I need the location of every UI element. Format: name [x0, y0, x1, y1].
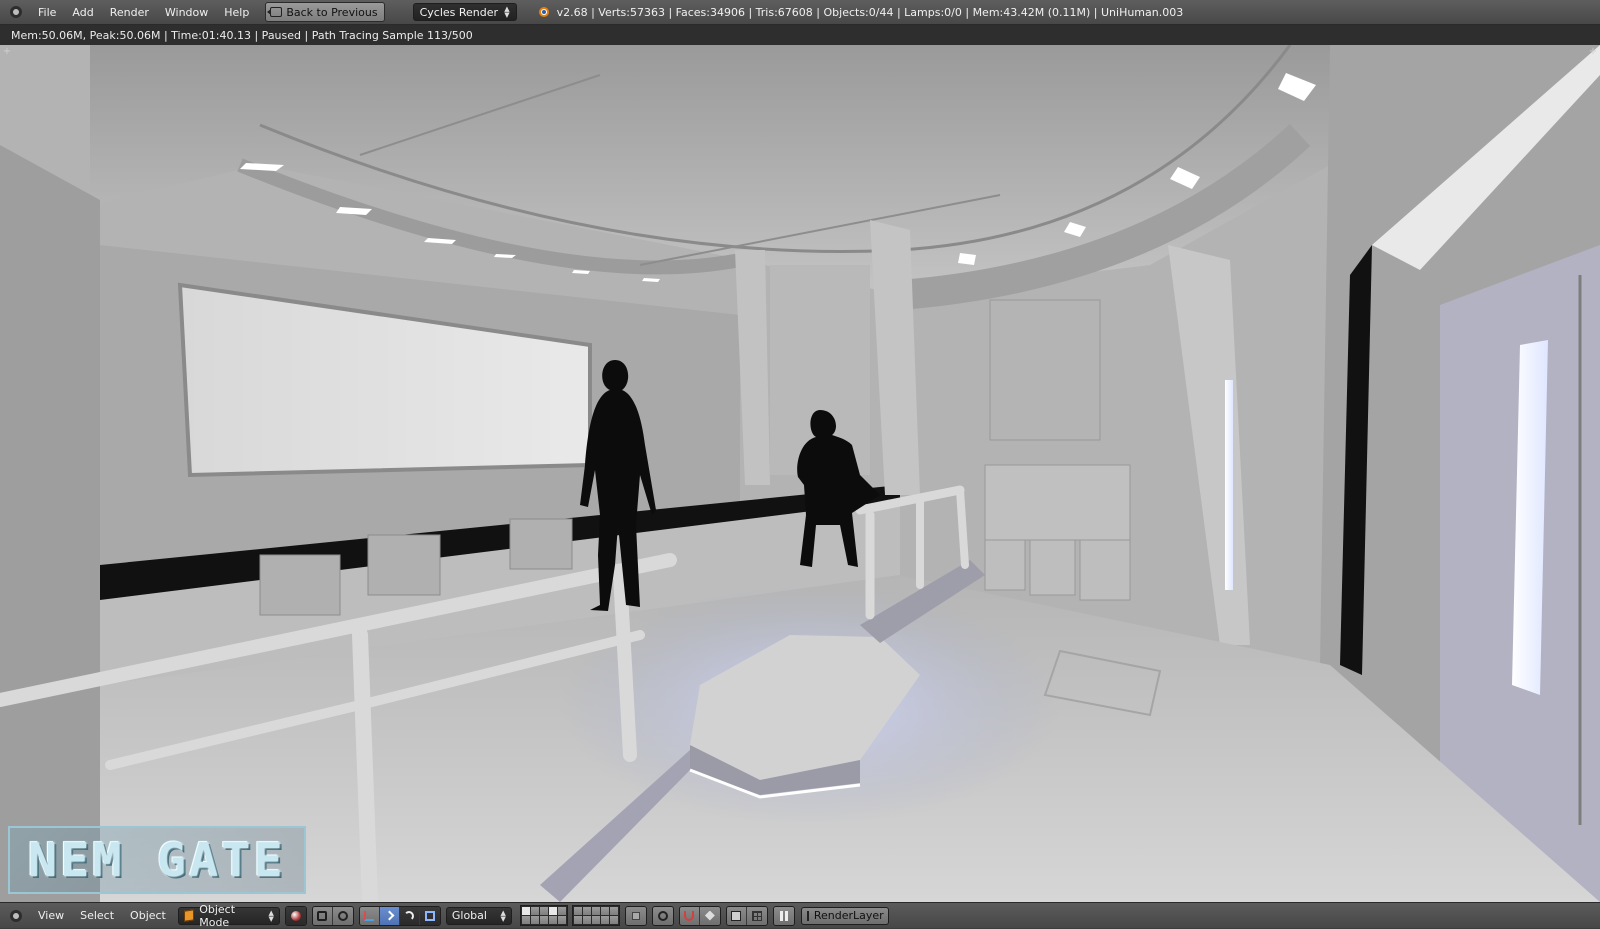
render-status-bar: Mem:50.06M, Peak:50.06M | Time:01:40.13 … — [0, 25, 1600, 45]
viewport-shading-button[interactable] — [285, 906, 306, 925]
snap-element-icon — [704, 910, 715, 921]
updown-arrows-icon: ▲ ▼ — [268, 908, 274, 923]
layer-lock-group — [624, 905, 647, 926]
film-icon — [751, 910, 762, 921]
limit-selection-button[interactable] — [332, 906, 353, 925]
info-header: File Add Render Window Help Back to Prev… — [0, 0, 1600, 25]
render-engine-label: Cycles Render — [419, 5, 499, 19]
area-split-corner-icon[interactable]: + — [1588, 47, 1598, 57]
rotate-arc-icon — [404, 910, 415, 921]
interaction-mode-label: Object Mode — [199, 902, 236, 929]
axes-icon — [364, 910, 375, 921]
proportional-edit-button[interactable] — [652, 906, 673, 925]
scale-icon — [424, 910, 435, 921]
layer-block-1[interactable] — [519, 905, 568, 926]
back-to-previous-label: Back to Previous — [286, 5, 378, 19]
menu-render[interactable]: Render — [102, 6, 157, 19]
area-split-corner-icon[interactable]: + — [2, 47, 12, 57]
menu-window[interactable]: Window — [157, 6, 216, 19]
scene-layers — [519, 905, 620, 926]
pause-render-button[interactable] — [773, 906, 794, 925]
limit-selection-icon — [337, 910, 348, 921]
interaction-mode-select[interactable]: Object Mode ▲ ▼ — [177, 903, 280, 929]
menu-view[interactable]: View — [30, 909, 72, 922]
snap-group — [678, 905, 721, 926]
translate-manipulator[interactable] — [379, 906, 400, 925]
manipulator-toggle[interactable] — [359, 906, 380, 925]
editor-type-icon[interactable] — [10, 6, 22, 18]
camera-icon — [731, 910, 742, 921]
pivot-icon — [317, 910, 328, 921]
menu-help[interactable]: Help — [216, 6, 257, 19]
pause-group — [772, 905, 795, 926]
pivot-group — [311, 905, 354, 926]
rotate-manipulator[interactable] — [399, 906, 420, 925]
transform-orientation-select[interactable]: Global ▲ ▼ — [445, 906, 512, 925]
render-status-text: Mem:50.06M, Peak:50.06M | Time:01:40.13 … — [11, 28, 473, 42]
opengl-render-button[interactable] — [726, 906, 747, 925]
layer-lock-icon — [631, 911, 640, 920]
opengl-animation-button[interactable] — [746, 906, 767, 925]
menu-select[interactable]: Select — [72, 909, 122, 922]
back-to-previous-button[interactable]: Back to Previous — [265, 2, 385, 22]
render-viewport[interactable] — [0, 45, 1600, 902]
rendered-scene — [0, 45, 1600, 902]
object-cube-icon — [183, 909, 195, 922]
snap-element-select[interactable] — [699, 906, 720, 925]
manipulator-group — [358, 905, 441, 926]
updown-arrows-icon: ▲ ▼ — [504, 5, 510, 19]
render-layer-icon — [806, 910, 809, 921]
render-layer-label: RenderLayer — [813, 909, 884, 922]
pause-icon — [779, 910, 788, 921]
shading-sphere-icon — [290, 910, 301, 921]
pivot-point-button[interactable] — [312, 906, 333, 925]
menu-object[interactable]: Object — [122, 909, 174, 922]
magnet-icon — [684, 910, 695, 921]
logo-text: NEM GATE — [28, 833, 286, 887]
editor-type-icon[interactable] — [10, 909, 22, 922]
render-layer-select[interactable]: RenderLayer — [800, 906, 889, 925]
lock-layers-button[interactable] — [625, 906, 646, 925]
blender-logo-icon — [537, 5, 551, 19]
layer-block-2[interactable] — [571, 905, 620, 926]
scene-stats: v2.68 | Verts:57363 | Faces:34906 | Tris… — [556, 5, 1184, 19]
render-engine-select[interactable]: Cycles Render ▲ ▼ — [412, 3, 517, 21]
transform-orientation-label: Global — [451, 909, 487, 922]
translate-arrow-icon — [384, 910, 395, 921]
view3d-header: View Select Object Object Mode ▲ ▼ Global… — [0, 902, 1600, 929]
shading-group — [284, 905, 307, 926]
scale-manipulator[interactable] — [419, 906, 440, 925]
proportional-edit-icon — [657, 910, 668, 921]
menu-file[interactable]: File — [30, 6, 64, 19]
back-arrow-icon — [267, 7, 283, 17]
render-buttons-group — [725, 905, 768, 926]
logo-watermark: NEM GATE — [8, 826, 306, 894]
updown-arrows-icon: ▲ ▼ — [500, 908, 506, 923]
menu-add[interactable]: Add — [64, 6, 101, 19]
snap-toggle[interactable] — [679, 906, 700, 925]
proportional-group — [651, 905, 674, 926]
